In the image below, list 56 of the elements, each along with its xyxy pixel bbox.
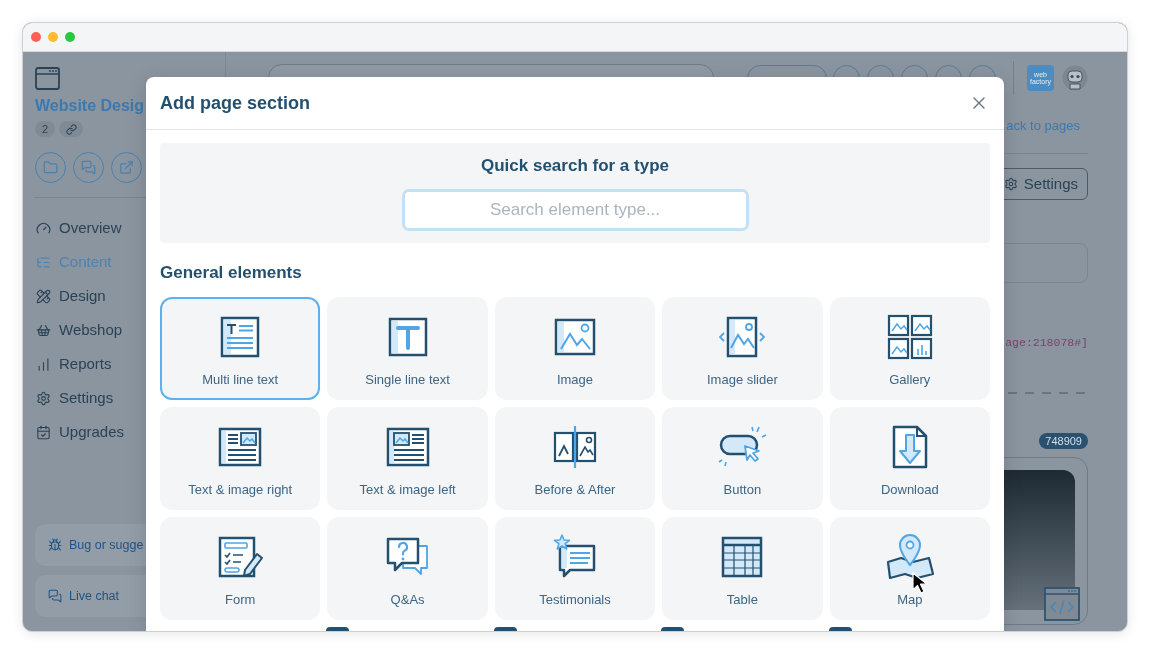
bug-icon <box>48 538 62 552</box>
element-option[interactable]: Image slider <box>662 297 823 400</box>
element-option[interactable]: Text & image right <box>160 407 321 510</box>
chat-bubbles-icon <box>81 160 96 175</box>
element-option[interactable]: Text & image left <box>327 407 488 510</box>
gear-icon <box>36 390 51 406</box>
close-window-button[interactable] <box>31 32 41 42</box>
element-option[interactable]: Q&As <box>327 517 488 620</box>
element-option[interactable]: Button <box>662 407 823 510</box>
nav-item[interactable]: Upgrades <box>35 415 125 449</box>
bar-chart-icon <box>36 356 51 372</box>
element-option[interactable]: Multi line text <box>160 297 321 400</box>
search-input[interactable]: Search element type... <box>401 189 749 231</box>
element-option[interactable]: Map <box>829 517 990 620</box>
card-badge <box>326 627 350 631</box>
tree-list-icon <box>36 254 51 270</box>
link-badge[interactable] <box>59 121 84 137</box>
element-option[interactable]: Image <box>494 297 656 400</box>
link-icon <box>65 123 77 135</box>
element-option[interactable]: Table <box>662 517 823 620</box>
nav-item[interactable]: Webshop <box>35 313 123 347</box>
element-option[interactable]: Form <box>160 517 321 620</box>
robot-avatar-icon[interactable] <box>1062 65 1088 91</box>
maximize-window-button[interactable] <box>65 32 75 42</box>
card-badge <box>828 627 852 631</box>
element-option[interactable]: Gallery <box>829 297 990 400</box>
gauge-icon <box>36 220 51 236</box>
nav-item[interactable]: Overview <box>35 211 122 245</box>
map-pin-icon <box>884 532 935 582</box>
element-option[interactable]: Download <box>829 407 990 510</box>
id-badge: 748909 <box>1039 433 1088 449</box>
pencil-ruler-icon <box>36 288 51 304</box>
project-title: Website Desig <box>35 96 145 116</box>
code-snippet: age:218078#] <box>1005 335 1088 351</box>
basket-icon <box>36 322 51 338</box>
element-option[interactable]: Before & After <box>494 407 656 510</box>
browser-window-icon <box>35 67 60 90</box>
code-window-icon <box>1044 587 1080 621</box>
card-badge <box>493 627 517 631</box>
section-heading: General elements <box>160 262 302 284</box>
quick-search-heading: Quick search for a type <box>481 155 669 177</box>
page-count-badge: 2 <box>35 121 56 137</box>
dialog-title: Add page section <box>160 91 311 115</box>
minimize-window-button[interactable] <box>48 32 58 42</box>
element-option[interactable]: Single line text <box>327 297 488 400</box>
nav-item[interactable]: Settings <box>35 381 114 415</box>
chat-bubbles-icon <box>48 589 62 603</box>
element-option[interactable]: Testimonials <box>494 517 656 620</box>
nav-item[interactable]: Reports <box>35 347 112 381</box>
external-link-icon <box>119 160 134 175</box>
folder-icon <box>43 160 58 175</box>
card-badge <box>661 627 685 631</box>
gear-icon <box>1003 177 1018 191</box>
nav-item[interactable]: Design <box>35 279 106 313</box>
mouse-pointer-icon <box>911 572 928 594</box>
calendar-check-icon <box>36 424 51 440</box>
